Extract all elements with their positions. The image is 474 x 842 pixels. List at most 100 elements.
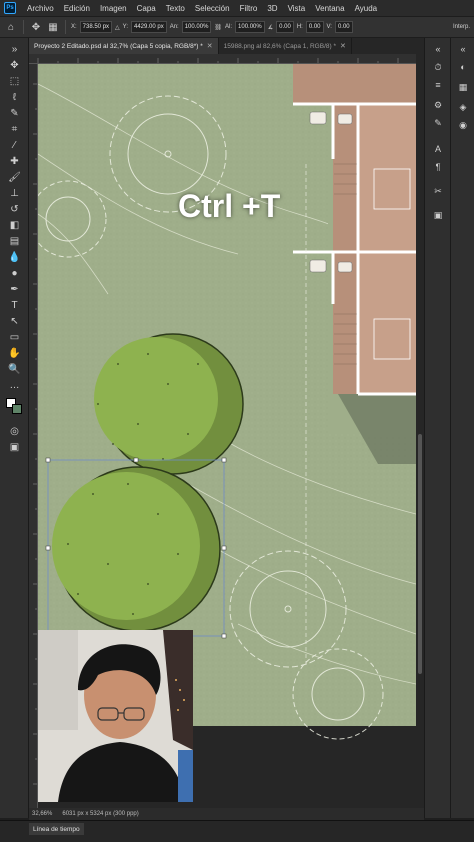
presenter-video: [38, 630, 193, 802]
healing-brush-tool-icon[interactable]: ✚: [7, 154, 22, 169]
h-skew-label: H:: [296, 24, 303, 30]
timeline-panel: Línea de tiempo: [0, 820, 474, 842]
background-color-swatch[interactable]: [12, 404, 22, 414]
ruler-ticks: [37, 58, 399, 63]
character-icon[interactable]: A: [431, 142, 445, 156]
tool-presets-icon[interactable]: ✂: [431, 184, 445, 198]
vertical-ruler[interactable]: [29, 64, 38, 808]
tab-timeline[interactable]: Línea de tiempo: [29, 823, 84, 835]
zoom-tool-icon[interactable]: 🔍: [7, 362, 22, 377]
panel-dock-icons: « ⏱ ≡ ⚙ ✎ A ¶ ✂ ▣: [424, 38, 450, 818]
h-skew-field[interactable]: 0.00: [305, 21, 324, 33]
pen-tool-icon[interactable]: ✒: [7, 282, 22, 297]
y-label: Y:: [122, 24, 128, 30]
gradient-tool-icon[interactable]: ▤: [7, 234, 22, 249]
screen-mode-icon[interactable]: ▣: [7, 440, 22, 455]
paragraph-icon[interactable]: ¶: [431, 160, 445, 174]
delta-icon[interactable]: △: [115, 24, 120, 31]
menu-capa[interactable]: Capa: [132, 4, 161, 13]
divider: [65, 20, 66, 34]
more-tools-icon[interactable]: …: [7, 378, 22, 393]
menu-edicion[interactable]: Edición: [59, 4, 95, 13]
close-icon[interactable]: ✕: [207, 42, 213, 50]
brush-tool-icon[interactable]: 🖌: [7, 170, 22, 185]
close-icon[interactable]: ✕: [340, 42, 346, 50]
menu-bar: Ps Archivo Edición Imagen Capa Texto Sel…: [0, 0, 474, 16]
document-info: 6031 px x 5324 px (300 ppp): [62, 811, 139, 817]
shortcut-overlay-text: Ctrl +T: [178, 188, 281, 224]
marquee-tool-icon[interactable]: ⬚: [7, 74, 22, 89]
menu-filtro[interactable]: Filtro: [235, 4, 263, 13]
path-selection-tool-icon[interactable]: ↖: [7, 314, 22, 329]
pasteboard: [193, 726, 416, 808]
reference-point-icon[interactable]: ▦: [46, 20, 60, 34]
lasso-tool-icon[interactable]: ℓ: [7, 90, 22, 105]
height-field[interactable]: 100.00%: [235, 21, 265, 33]
x-label: X:: [71, 24, 77, 30]
eraser-tool-icon[interactable]: ◧: [7, 218, 22, 233]
width-field[interactable]: 100.00%: [181, 21, 212, 33]
v-skew-field[interactable]: 0.00: [334, 21, 353, 33]
eyedropper-tool-icon[interactable]: ⁄: [7, 138, 22, 153]
history-icon[interactable]: ⏱: [431, 60, 445, 74]
dodge-tool-icon[interactable]: ●: [7, 266, 22, 281]
history-brush-tool-icon[interactable]: ↺: [7, 202, 22, 217]
menu-3d[interactable]: 3D: [262, 4, 282, 13]
menu-ventana[interactable]: Ventana: [310, 4, 349, 13]
type-tool-icon[interactable]: T: [7, 298, 22, 313]
properties-icon[interactable]: ≡: [431, 78, 445, 92]
collapse-icon[interactable]: »: [7, 42, 22, 57]
clone-stamp-tool-icon[interactable]: ⊥: [7, 186, 22, 201]
vertical-scrollbar[interactable]: [416, 54, 424, 808]
tools-panel: » ✥ ⬚ ℓ ✎ ⌗ ⁄ ✚ 🖌 ⊥ ↺ ◧ ▤ 💧 ● ✒ T ↖ ▭ ✋ …: [0, 38, 29, 818]
channels-icon[interactable]: ◉: [456, 118, 470, 132]
angle-field[interactable]: 0.00: [276, 21, 294, 33]
menu-texto[interactable]: Texto: [161, 4, 190, 13]
menu-imagen[interactable]: Imagen: [95, 4, 132, 13]
collapse-icon[interactable]: «: [431, 42, 445, 56]
angle-icon: ∡: [267, 24, 274, 31]
v-skew-label: V:: [326, 24, 332, 30]
x-position-field[interactable]: 738.50 px: [79, 21, 113, 33]
move-tool-icon[interactable]: ✥: [7, 58, 22, 73]
brush-settings-icon[interactable]: ✎: [431, 116, 445, 130]
document-tabs: Proyecto 2 Editado.psd al 32,7% (Capa 5 …: [29, 38, 424, 54]
adjustments-icon[interactable]: ⚙: [431, 98, 445, 112]
webcam-overlay: [38, 630, 193, 802]
link-icon[interactable]: ⛓: [214, 24, 222, 31]
interpolation-label[interactable]: Interp.: [453, 24, 474, 30]
tab-proyecto-2[interactable]: Proyecto 2 Editado.psd al 32,7% (Capa 5 …: [29, 38, 219, 54]
blur-tool-icon[interactable]: 💧: [7, 250, 22, 265]
photoshop-logo-icon[interactable]: Ps: [4, 2, 16, 14]
ruler-ticks: [33, 83, 37, 785]
tab-label: Proyecto 2 Editado.psd al 32,7% (Capa 5 …: [34, 42, 203, 50]
options-bar: ⌂ ✥ ▦ X: 738.50 px △ Y: 4429.00 px An: 1…: [0, 16, 474, 38]
info-icon[interactable]: ▣: [431, 208, 445, 222]
collapse-icon[interactable]: «: [456, 42, 470, 56]
hand-tool-icon[interactable]: ✋: [7, 346, 22, 361]
height-label: Al:: [225, 24, 233, 30]
scrollbar-thumb[interactable]: [418, 434, 422, 674]
swatches-icon[interactable]: ▦: [456, 80, 470, 94]
tab-label: 15988.png al 82,6% (Capa 1, RGB/8) *: [223, 42, 336, 50]
home-icon[interactable]: ⌂: [4, 20, 18, 34]
menu-archivo[interactable]: Archivo: [22, 4, 59, 13]
divider: [23, 20, 24, 34]
move-tool-options-icon[interactable]: ✥: [29, 20, 43, 34]
color-panel-icon[interactable]: ◐: [456, 60, 470, 74]
menu-vista[interactable]: Vista: [283, 4, 311, 13]
menu-ayuda[interactable]: Ayuda: [350, 4, 383, 13]
layers-icon[interactable]: ◈: [456, 100, 470, 114]
status-bar: 32,66% 6031 px x 5324 px (300 ppp): [29, 808, 424, 820]
y-position-field[interactable]: 4429.00 px: [131, 21, 167, 33]
quick-mask-icon[interactable]: ◎: [7, 424, 22, 439]
zoom-level[interactable]: 32,66%: [32, 811, 52, 817]
width-label: An:: [169, 24, 179, 30]
rectangle-tool-icon[interactable]: ▭: [7, 330, 22, 345]
horizontal-ruler[interactable]: [29, 54, 416, 64]
tab-15988[interactable]: 15988.png al 82,6% (Capa 1, RGB/8) * ✕: [219, 38, 352, 54]
crop-tool-icon[interactable]: ⌗: [7, 122, 22, 137]
menu-seleccion[interactable]: Selección: [190, 4, 235, 13]
panel-dock-right: « ◐ ▦ ◈ ◉: [450, 38, 474, 818]
quick-selection-tool-icon[interactable]: ✎: [7, 106, 22, 121]
